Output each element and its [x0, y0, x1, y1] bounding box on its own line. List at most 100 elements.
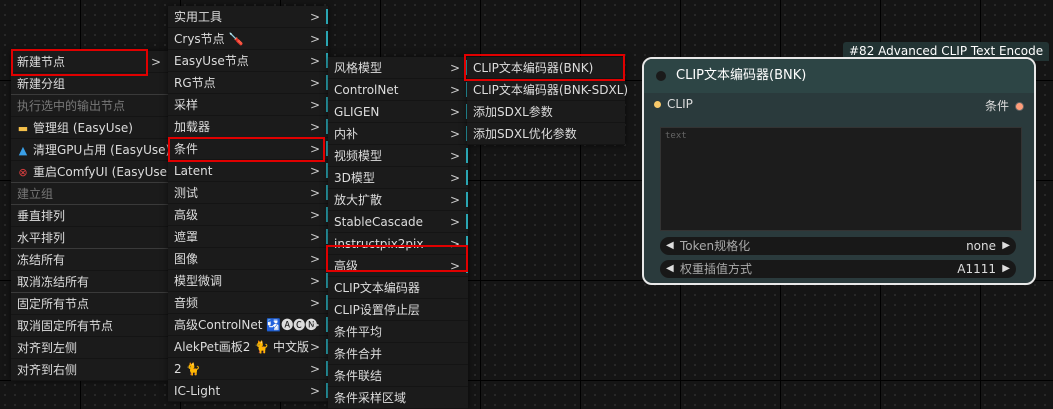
menu-item-clip-set-last-layer[interactable]: CLIP设置停止层 [328, 299, 468, 321]
menu-item-stablecascade[interactable]: StableCascade > [328, 211, 468, 233]
menu-item-manage-groups[interactable]: ▬ 管理组 (EasyUse) [11, 117, 169, 139]
token-normalization-widget[interactable]: ◀ Token规格化 none ▶ [660, 237, 1016, 255]
menu-item-align-right[interactable]: 对齐到右侧 [11, 359, 169, 381]
menu-item-label: 实用工具 [174, 10, 223, 24]
menu-item-crys[interactable]: Crys节点 🪛 > [168, 28, 328, 50]
submenu-arrow-icon: > [309, 230, 320, 244]
menu-item-testing[interactable]: 测试 > [168, 182, 328, 204]
menu-item-label: 条件平均 [334, 325, 383, 339]
menu-item-label: RG节点 [174, 76, 216, 90]
menu-item-model-finetune[interactable]: 模型微调 > [168, 270, 328, 292]
menu-item-unpin-all[interactable]: 取消固定所有节点 [11, 315, 169, 337]
menu-item-advanced-controlnet[interactable]: 高级ControlNet 🛂🅐🅒🅝 > [168, 314, 328, 336]
menu-item-clean-gpu[interactable]: ▲ 清理GPU占用 (EasyUse) [11, 139, 170, 161]
submenu-conditioning: 风格模型 > ControlNet > GLIGEN > 内补 > 视频模型 > 3D模型… [328, 57, 468, 409]
output-slot-conditioning[interactable]: 条件 [985, 97, 1024, 114]
increment-arrow-icon[interactable]: ▶ [1002, 237, 1010, 255]
menu-item-clip-bnk[interactable]: CLIP文本编码器(BNK) [467, 57, 625, 79]
collapse-dot-icon[interactable] [656, 71, 666, 81]
menu-item-label: 音频 [174, 296, 199, 310]
menu-item-label: ControlNet [334, 83, 399, 97]
menu-item-label: 管理组 (EasyUse) [33, 121, 133, 135]
menu-item-conditioning[interactable]: 条件 > [168, 138, 328, 160]
menu-item-restart-comfyui[interactable]: ⊗ 重启ComfyUI (EasyUse) [11, 161, 172, 183]
menu-item-audio[interactable]: 音频 > [168, 292, 328, 314]
submenu-arrow-icon: > [309, 120, 320, 134]
menu-item-label: 高级ControlNet 🛂🅐🅒🅝 [174, 318, 318, 332]
submenu-arrow-icon: > [150, 55, 161, 69]
node-header[interactable]: CLIP文本编码器(BNK) [644, 59, 1034, 93]
weight-interpretation-widget[interactable]: ◀ 权重插值方式 A1111 ▶ [660, 260, 1016, 278]
menu-item-label: CLIP文本编码器 [334, 281, 420, 295]
menu-item-label: 添加SDXL参数 [473, 105, 553, 119]
menu-item-latent[interactable]: Latent > [168, 160, 328, 182]
clip-pin-icon[interactable] [654, 101, 661, 108]
menu-item-label: CLIP文本编码器(BNK-SDXL) [473, 83, 629, 97]
menu-item-arrange-horizontal[interactable]: 水平排列 [11, 227, 169, 249]
menu-item-upscale-diffusion[interactable]: 放大扩散 > [328, 189, 468, 211]
menu-item-align-left[interactable]: 对齐到左侧 [11, 337, 169, 359]
text-placeholder: text [665, 131, 687, 141]
menu-item-image[interactable]: 图像 > [168, 248, 328, 270]
submenu-arrow-icon: > [309, 10, 320, 24]
submenu-arrow-icon: > [309, 98, 320, 112]
menu-item-conditioning-average[interactable]: 条件平均 [328, 321, 468, 343]
menu-item-label: 条件 [174, 142, 199, 156]
menu-item-style-model[interactable]: 风格模型 > [328, 57, 468, 79]
submenu-arrow-icon: > [449, 105, 460, 119]
menu-item-loaders[interactable]: 加载器 > [168, 116, 328, 138]
menu-item-new-node[interactable]: 新建节点 > [11, 51, 169, 73]
menu-item-conditioning-combine[interactable]: 条件合并 [328, 343, 468, 365]
menu-item-label: 添加SDXL优化参数 [473, 127, 577, 141]
menu-item-3d-models[interactable]: 3D模型 > [328, 167, 468, 189]
menu-item-inpaint[interactable]: 内补 > [328, 123, 468, 145]
clip-text-encode-node[interactable]: CLIP文本编码器(BNK) CLIP 条件 text ◀ Token规格化 n… [642, 57, 1036, 285]
menu-item-pin-all[interactable]: 固定所有节点 [11, 293, 169, 315]
menu-item-alekpet[interactable]: AlekPet画板2 🐈 中文版 > [168, 336, 328, 358]
menu-item-label: 新建节点 [17, 55, 66, 69]
menu-item-gligen[interactable]: GLIGEN > [328, 101, 468, 123]
menu-item-mask[interactable]: 遮罩 > [168, 226, 328, 248]
increment-arrow-icon[interactable]: ▶ [1002, 260, 1010, 278]
menu-item-unfreeze-all[interactable]: 取消冻结所有 [11, 271, 169, 293]
menu-item-sampling[interactable]: 采样 > [168, 94, 328, 116]
menu-item-instructpix2pix[interactable]: instructpix2pix > [328, 233, 468, 255]
menu-item-queue-selected: 执行选中的输出节点 [11, 95, 169, 117]
menu-item-label: 高级 [334, 259, 359, 273]
menu-item-new-group[interactable]: 新建分组 [11, 73, 169, 95]
menu-item-create-group: 建立组 [11, 183, 169, 205]
widget-name: Token规格化 [680, 239, 751, 253]
input-slot-clip[interactable]: CLIP [654, 97, 693, 111]
menu-item-advanced[interactable]: 高级 > [168, 204, 328, 226]
node-title: CLIP文本编码器(BNK) [676, 68, 807, 83]
decrement-arrow-icon[interactable]: ◀ [666, 237, 674, 255]
menu-item-video-models[interactable]: 视频模型 > [328, 145, 468, 167]
output-slot-label: 条件 [984, 99, 1009, 113]
menu-item-add-sdxl-refiner-params[interactable]: 添加SDXL优化参数 [467, 123, 625, 145]
text-input[interactable]: text [660, 127, 1022, 231]
menu-item-advanced-conditioning[interactable]: 高级 > [328, 255, 468, 277]
menu-item-label: 测试 [174, 186, 199, 200]
menu-item-add-sdxl-params[interactable]: 添加SDXL参数 [467, 101, 625, 123]
menu-item-label: 条件联结 [334, 369, 383, 383]
conditioning-pin-icon[interactable] [1015, 102, 1024, 111]
menu-item-label: 加载器 [174, 120, 211, 134]
menu-item-utils[interactable]: 实用工具 > [168, 6, 328, 28]
decrement-arrow-icon[interactable]: ◀ [666, 260, 674, 278]
menu-item-easyuse[interactable]: EasyUse节点 > [168, 50, 328, 72]
menu-item-2[interactable]: 2 🐈 > [168, 358, 328, 380]
menu-item-conditioning-concat[interactable]: 条件联结 [328, 365, 468, 387]
submenu-arrow-icon: > [309, 340, 320, 354]
menu-item-label: 2 🐈 [174, 362, 201, 376]
menu-item-clip-text-encode[interactable]: CLIP文本编码器 [328, 277, 468, 299]
menu-item-conditioning-set-area[interactable]: 条件采样区域 [328, 387, 468, 409]
menu-item-freeze-all[interactable]: 冻结所有 [11, 249, 169, 271]
menu-item-arrange-vertical[interactable]: 垂直排列 [11, 205, 169, 227]
menu-item-rg[interactable]: RG节点 > [168, 72, 328, 94]
menu-item-label: 风格模型 [334, 61, 383, 75]
menu-item-controlnet[interactable]: ControlNet > [328, 79, 468, 101]
menu-item-label: 条件采样区域 [334, 391, 407, 405]
menu-item-ic-light[interactable]: IC-Light > [168, 380, 328, 402]
menu-item-clip-bnk-sdxl[interactable]: CLIP文本编码器(BNK-SDXL) [467, 79, 629, 101]
menu-item-label: 高级 [174, 208, 199, 222]
